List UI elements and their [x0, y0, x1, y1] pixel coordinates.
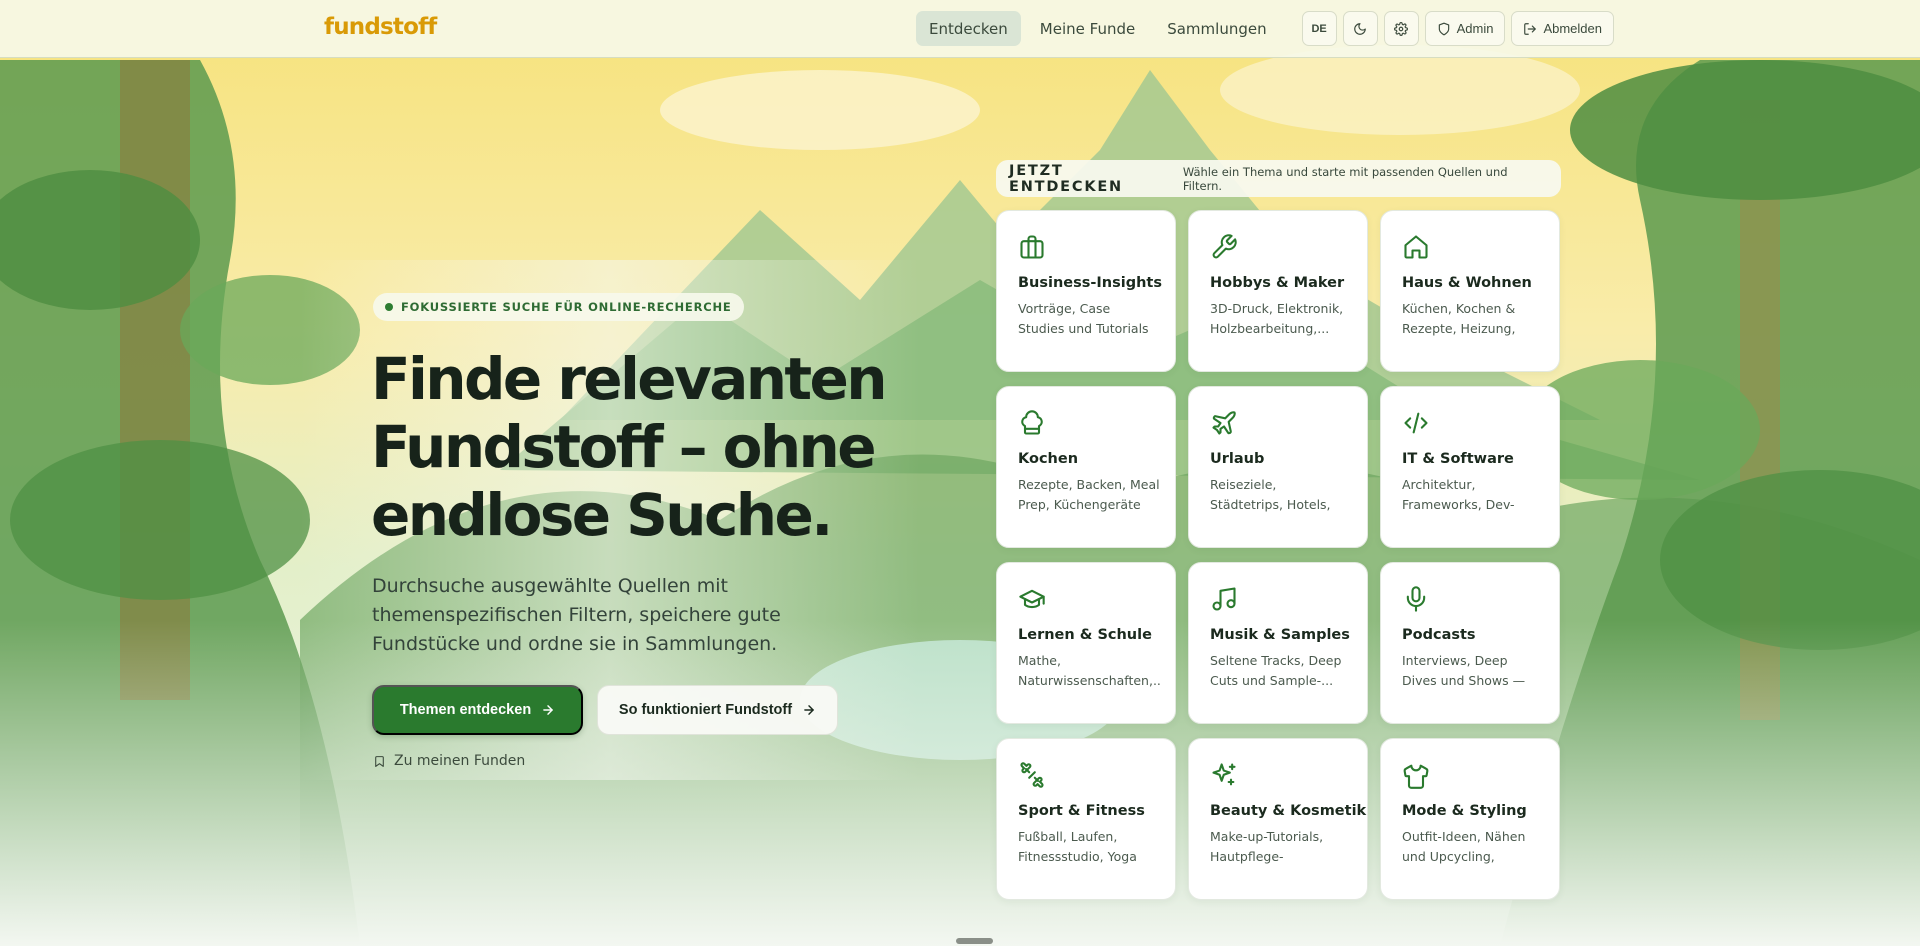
discover-header: JETZT ENTDECKEN Wähle ein Thema und star… [996, 160, 1561, 197]
topic-card-kochen[interactable]: Kochen Rezepte, Backen, Meal Prep, Küche… [996, 386, 1176, 548]
topic-title: Sport & Fitness [1018, 803, 1145, 819]
sparkles-icon [1210, 761, 1238, 789]
bookmark-icon [375, 755, 384, 767]
horizontal-scrollbar-thumb[interactable] [956, 938, 993, 944]
so-funktioniert-button[interactable]: So funktioniert Fundstoff [597, 685, 838, 735]
music-note-icon [1210, 585, 1238, 613]
topic-description: Outfit-Ideen, Nähen und Upcycling, Styli… [1402, 829, 1526, 864]
zu-meinen-funden-label: Zu meinen Funden [394, 753, 526, 769]
hero-title: Finde relevanten Fundstoff – ohne endlos… [371, 345, 891, 549]
topic-description: Interviews, Deep Dives und Shows — Tech,… [1402, 653, 1526, 688]
discover-title: JETZT ENTDECKEN [1009, 162, 1123, 195]
status-dot-icon [385, 303, 393, 311]
hero-title-line-3: endlose Suche. [371, 481, 833, 549]
moon-icon [1354, 22, 1366, 35]
topic-card-hobbys-maker[interactable]: Hobbys & Maker 3D-Druck, Elektronik, Hol… [1188, 210, 1368, 372]
topic-description: 3D-Druck, Elektronik, Holzbearbeitung,..… [1210, 301, 1344, 336]
app-logo[interactable]: fundstoff [324, 14, 437, 40]
so-funktioniert-label: So funktioniert Fundstoff [618, 702, 793, 718]
topic-description: Reiseziele, Städtetrips, Hotels, Roadtri… [1210, 477, 1331, 512]
main-nav: Entdecken Meine Funde Sammlungen DE Admi… [916, 11, 1614, 46]
topic-card-lernen-schule[interactable]: Lernen & Schule Mathe, Naturwissenschaft… [996, 562, 1176, 724]
top-navigation-bar: fundstoff Entdecken Meine Funde Sammlung… [0, 0, 1920, 58]
house-icon [1402, 233, 1430, 261]
themen-entdecken-button[interactable]: Themen entdecken [372, 685, 583, 735]
topic-title: Beauty & Kosmetik [1210, 803, 1367, 819]
topic-card-it-software[interactable]: IT & Software Architektur, Frameworks, D… [1380, 386, 1560, 548]
topic-description: Mathe, Naturwissenschaften,... [1018, 653, 1160, 688]
topic-card-mode-styling[interactable]: Mode & Styling Outfit-Ideen, Nähen und U… [1380, 738, 1560, 900]
topic-description: Architektur, Frameworks, Dev-Talks... [1402, 477, 1515, 512]
admin-button[interactable]: Admin [1424, 11, 1506, 46]
topic-card-business-insights[interactable]: Business-Insights Vorträge, Case Studies… [996, 210, 1176, 372]
topic-title: IT & Software [1402, 451, 1514, 467]
topic-description: Küchen, Kochen & Rezepte, Heizung, Sola.… [1402, 301, 1516, 336]
arrow-right-icon [804, 705, 814, 715]
zu-meinen-funden-link[interactable]: Zu meinen Funden [373, 751, 525, 771]
language-toggle-button[interactable]: DE [1301, 11, 1337, 46]
topic-title: Business-Insights [1018, 275, 1162, 291]
hero-subtitle: Durchsuche ausgewählte Quellen mit theme… [372, 575, 781, 655]
nav-link-entdecken[interactable]: Entdecken [916, 11, 1021, 46]
hero-title-line-1: Finde relevanten [371, 345, 888, 413]
topic-card-podcasts[interactable]: Podcasts Interviews, Deep Dives und Show… [1380, 562, 1560, 724]
briefcase-icon [1018, 233, 1046, 261]
hero-title-line-2: Fundstoff – ohne [371, 413, 877, 481]
topic-card-sport-fitness[interactable]: Sport & Fitness Fußball, Laufen, Fitness… [996, 738, 1176, 900]
microphone-icon [1402, 585, 1430, 613]
topic-card-haus-wohnen[interactable]: Haus & Wohnen Küchen, Kochen & Rezepte, … [1380, 210, 1560, 372]
settings-button[interactable] [1383, 11, 1419, 46]
dark-mode-toggle-button[interactable] [1342, 11, 1378, 46]
logout-icon [1524, 22, 1537, 35]
language-label: DE [1311, 22, 1327, 35]
topic-title: Musik & Samples [1210, 627, 1350, 643]
topic-title: Urlaub [1210, 451, 1265, 467]
topic-description: Rezepte, Backen, Meal Prep, Küchengeräte… [1018, 477, 1160, 512]
chef-hat-icon [1018, 409, 1046, 437]
topic-title: Hobbys & Maker [1210, 275, 1345, 291]
topic-description: Seltene Tracks, Deep Cuts und Sample-... [1210, 653, 1342, 688]
code-icon [1402, 409, 1430, 437]
discover-hint: Wähle ein Thema und starte mit passenden… [1182, 164, 1508, 193]
admin-label: Admin [1456, 21, 1494, 36]
topic-card-musik-samples[interactable]: Musik & Samples Seltene Tracks, Deep Cut… [1188, 562, 1368, 724]
topic-description: Vorträge, Case Studies und Tutorials zu.… [1018, 301, 1149, 336]
hero-badge-label: FOKUSSIERTE SUCHE FÜR ONLINE-RECHERCHE [401, 300, 732, 314]
topic-card-urlaub[interactable]: Urlaub Reiseziele, Städtetrips, Hotels, … [1188, 386, 1368, 548]
plane-icon [1210, 409, 1238, 437]
hero-badge: FOKUSSIERTE SUCHE FÜR ONLINE-RECHERCHE [373, 293, 744, 321]
graduation-cap-icon [1018, 585, 1046, 613]
wrench-icon [1210, 233, 1238, 261]
nav-link-meine-funde[interactable]: Meine Funde [1027, 11, 1148, 46]
topic-title: Lernen & Schule [1018, 627, 1152, 643]
topic-card-beauty-kosmetik[interactable]: Beauty & Kosmetik Make-up-Tutorials, Hau… [1188, 738, 1368, 900]
gear-icon [1394, 21, 1409, 36]
nav-link-sammlungen[interactable]: Sammlungen [1154, 11, 1279, 46]
dumbbell-icon [1018, 761, 1046, 789]
logout-button[interactable]: Abmelden [1511, 11, 1614, 46]
shield-icon [1438, 22, 1449, 35]
jungle-background [0, 0, 1920, 946]
shirt-icon [1402, 761, 1430, 789]
arrow-right-icon [543, 705, 553, 715]
topic-grid: Business-Insights Vorträge, Case Studies… [996, 210, 1561, 900]
topic-title: Podcasts [1402, 627, 1476, 643]
logout-label: Abmelden [1543, 21, 1602, 36]
topic-title: Kochen [1018, 451, 1079, 467]
topic-description: Make-up-Tutorials, Hautpflege-Routinen,.… [1210, 829, 1324, 864]
themen-entdecken-label: Themen entdecken [399, 702, 532, 718]
topic-title: Haus & Wohnen [1402, 275, 1532, 291]
topic-description: Fußball, Laufen, Fitnessstudio, Yoga un.… [1018, 829, 1137, 864]
topic-title: Mode & Styling [1402, 803, 1527, 819]
